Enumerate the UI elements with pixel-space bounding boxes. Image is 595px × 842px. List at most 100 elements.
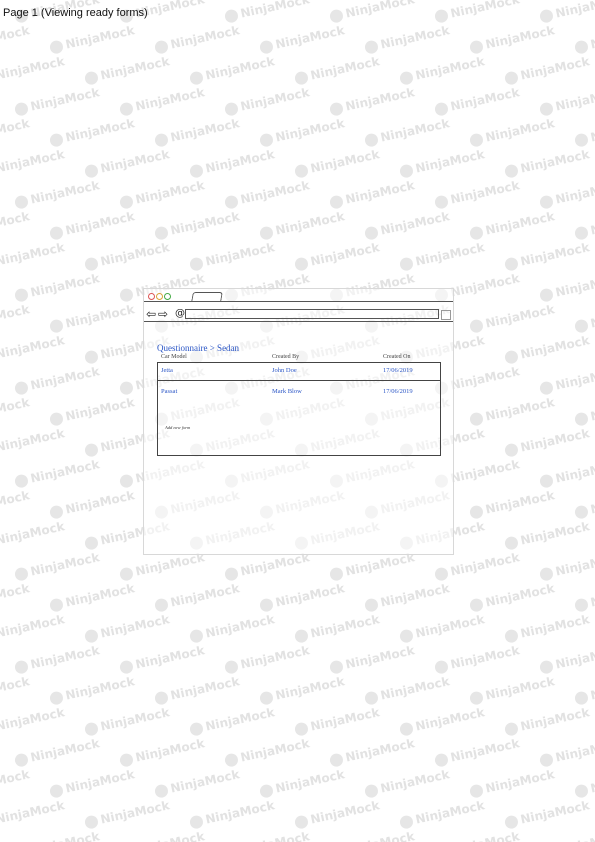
watermark-logo: NinjaMock [0, 116, 31, 145]
ninjamock-logo-icon [328, 101, 345, 117]
ninjamock-logo-icon [83, 163, 100, 179]
watermark-logo: NinjaMock [188, 147, 276, 179]
navbar-divider [144, 321, 453, 322]
watermark-logo: NinjaMock [328, 85, 416, 117]
watermark-logo: NinjaMock [398, 54, 486, 86]
browser-menu-icon[interactable] [441, 310, 451, 320]
breadcrumb[interactable]: Questionnaire > Sedan [157, 343, 239, 353]
cell-car-model[interactable]: Jetta [161, 367, 173, 374]
column-header-created-on: Created On [383, 354, 411, 360]
watermark-logo: NinjaMock [0, 395, 31, 424]
watermark-logo: NinjaMock [118, 643, 206, 675]
ninjamock-logo-icon [48, 132, 65, 148]
ninjamock-logo-icon [118, 287, 135, 303]
cell-created-on[interactable]: 17/06/2019 [383, 388, 413, 395]
ninjamock-logo-icon [223, 194, 240, 210]
add-new-form-link[interactable]: Add new form [165, 425, 190, 430]
watermark-logo: NinjaMock [188, 240, 276, 272]
watermark-logo: NinjaMock [188, 612, 276, 644]
ninjamock-logo-icon [223, 566, 240, 582]
maximize-window-button[interactable] [164, 293, 171, 300]
column-header-car-model: Car Model [161, 354, 187, 360]
arrow-left-icon[interactable]: ⇦ [146, 307, 156, 321]
ninjamock-logo-icon [48, 225, 65, 241]
ninjamock-logo-icon [13, 194, 30, 210]
ninjamock-logo-icon [573, 783, 590, 799]
ninjamock-logo-icon [468, 783, 485, 799]
watermark-logo: NinjaMock [398, 147, 486, 179]
watermark-logo: NinjaMock [329, 829, 416, 842]
page-title: Page 1 (Viewing ready forms) [3, 7, 148, 19]
ninjamock-logo-icon [48, 690, 65, 706]
ninjamock-logo-icon [503, 721, 520, 737]
ninjamock-logo-icon [258, 132, 275, 148]
watermark-logo: NinjaMock [293, 612, 381, 644]
ninjamock-logo-icon [328, 659, 345, 675]
ninjamock-logo-icon [398, 814, 415, 830]
watermark-logo: NinjaMock [573, 674, 595, 706]
watermark-logo: NinjaMock [258, 581, 346, 613]
ninjamock-logo-icon [468, 690, 485, 706]
watermark-logo: NinjaMock [293, 240, 381, 272]
arrow-right-icon[interactable]: ⇨ [158, 307, 168, 321]
browser-navbar: ⇦ ⇨ @ [144, 307, 453, 321]
watermark-logo: NinjaMock [153, 581, 241, 613]
watermark-logo: NinjaMock [0, 798, 66, 827]
ninjamock-logo-icon [573, 690, 590, 706]
watermark-logo: NinjaMock [538, 364, 595, 396]
minimize-window-button[interactable] [156, 293, 163, 300]
cell-created-on[interactable]: 17/06/2019 [383, 367, 413, 374]
close-window-button[interactable] [148, 293, 155, 300]
watermark-logo: NinjaMock [48, 395, 136, 427]
watermark-logo: NinjaMock [573, 302, 595, 334]
watermark-logo: NinjaMock [0, 302, 31, 331]
ninjamock-logo-icon [503, 814, 520, 830]
watermark-logo: NinjaMock [223, 736, 311, 768]
ninjamock-logo-icon [153, 225, 170, 241]
watermark-logo: NinjaMock [398, 240, 486, 272]
watermark-logo: NinjaMock [258, 767, 346, 799]
watermark-logo: NinjaMock [573, 767, 595, 799]
ninjamock-logo-icon [153, 39, 170, 55]
watermark-logo: NinjaMock [14, 829, 101, 842]
watermark-logo: NinjaMock [503, 705, 591, 737]
watermark-logo: NinjaMock [503, 54, 591, 86]
cell-car-model[interactable]: Passat [161, 388, 177, 395]
cell-created-by[interactable]: Mark Blow [272, 388, 302, 395]
watermark-logo: NinjaMock [0, 147, 66, 176]
ninjamock-logo-icon [258, 225, 275, 241]
ninjamock-logo-icon [433, 194, 450, 210]
ninjamock-logo-icon [363, 690, 380, 706]
cell-created-by[interactable]: John Doe [272, 367, 297, 374]
watermark-logo: NinjaMock [433, 178, 521, 210]
watermark-logo: NinjaMock [188, 705, 276, 737]
ninjamock-logo-icon [118, 380, 135, 396]
watermark-logo: NinjaMock [573, 488, 595, 520]
watermark-logo: NinjaMock [503, 519, 591, 551]
browser-tab[interactable] [191, 292, 223, 302]
watermark-logo: NinjaMock [118, 736, 206, 768]
ninjamock-logo-icon [83, 349, 100, 365]
ninjamock-logo-icon [468, 504, 485, 520]
ninjamock-logo-icon [398, 256, 415, 272]
watermark-logo: NinjaMock [573, 116, 595, 148]
watermark-logo: NinjaMock [153, 767, 241, 799]
ninjamock-logo-icon [188, 628, 205, 644]
ninjamock-logo-icon [538, 101, 555, 117]
ninjamock-logo-icon [258, 39, 275, 55]
ninjamock-logo-icon [223, 8, 240, 24]
ninjamock-logo-icon [48, 39, 65, 55]
watermark-logo: NinjaMock [0, 488, 31, 517]
ninjamock-logo-icon [538, 287, 555, 303]
ninjamock-logo-icon [118, 194, 135, 210]
ninjamock-logo-icon [48, 783, 65, 799]
watermark-logo: NinjaMock [83, 240, 171, 272]
ninjamock-logo-icon [188, 721, 205, 737]
ninjamock-logo-icon [433, 566, 450, 582]
watermark-logo: NinjaMock [503, 612, 591, 644]
watermark-logo: NinjaMock [13, 457, 101, 489]
watermark-logo: NinjaMock [328, 736, 416, 768]
ninjamock-logo-icon [573, 132, 590, 148]
watermark-logo: NinjaMock [573, 209, 595, 241]
url-bar[interactable] [185, 309, 439, 319]
